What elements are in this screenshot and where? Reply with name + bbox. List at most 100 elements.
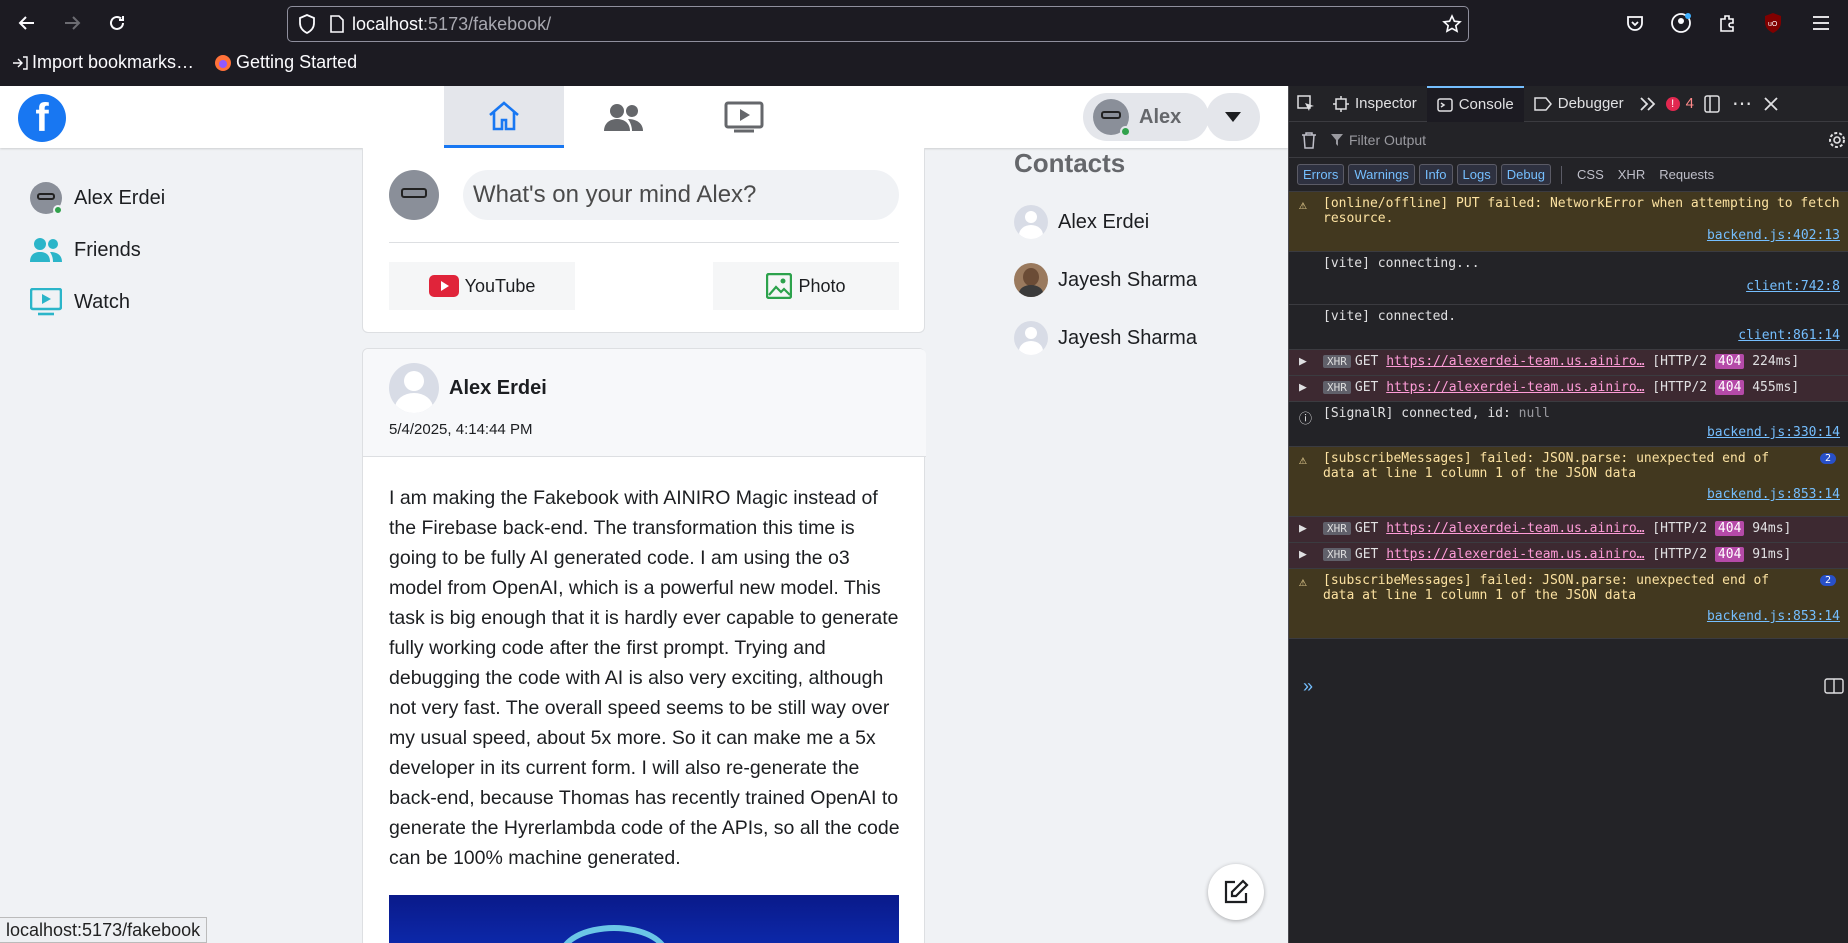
tab-home[interactable] — [444, 86, 564, 148]
avatar — [389, 170, 439, 220]
edit-icon — [1224, 879, 1249, 904]
shield-icon[interactable] — [298, 14, 316, 34]
tab-friends[interactable] — [564, 86, 684, 148]
error-count[interactable]: ! 4 — [1662, 86, 1698, 122]
level-info[interactable]: Info — [1418, 164, 1453, 185]
ublock-icon[interactable]: uO — [1758, 8, 1788, 38]
type-requests[interactable]: Requests — [1654, 165, 1719, 184]
divider — [389, 242, 899, 243]
tab-debugger[interactable]: Debugger — [1524, 86, 1634, 122]
bookmark-getting-started[interactable]: Getting Started — [214, 52, 357, 73]
avatar — [1014, 321, 1048, 355]
account-dropdown-button[interactable] — [1206, 93, 1260, 141]
console-entry[interactable]: ⚠ [online/offline] PUT failed: NetworkEr… — [1289, 192, 1848, 252]
filter-input[interactable]: Filter Output — [1331, 132, 1426, 148]
dock-icon[interactable] — [1698, 86, 1726, 122]
photo-button[interactable]: Photo — [713, 262, 899, 310]
sidebar-item-profile[interactable]: Alex Erdei — [30, 172, 165, 224]
new-message-button[interactable] — [1208, 864, 1264, 920]
tab-console[interactable]: Console — [1426, 85, 1524, 122]
filter-icon — [1331, 133, 1343, 146]
level-errors[interactable]: Errors — [1297, 164, 1345, 185]
reload-icon[interactable] — [102, 8, 132, 38]
source-link[interactable]: backend.js:853:14 — [1323, 609, 1840, 624]
left-sidebar: Alex Erdei Friends Watch — [30, 172, 165, 328]
fakebook-page: f Alex Alex Erdei Friends Watch What's o… — [0, 86, 1288, 943]
console-input[interactable]: » — [1303, 676, 1313, 697]
contact-item[interactable]: Jayesh Sharma — [1014, 251, 1274, 309]
tab-watch[interactable] — [684, 86, 804, 148]
console-icon — [1436, 97, 1453, 112]
contact-item[interactable]: Alex Erdei — [1014, 193, 1274, 251]
source-link[interactable]: backend.js:402:13 — [1323, 228, 1840, 243]
console-entry[interactable]: ▶ XHR GET https://alexerdei-team.us.ainir… — [1289, 350, 1848, 376]
bookmark-import[interactable]: Import bookmarks… — [12, 52, 194, 73]
star-icon[interactable] — [1442, 14, 1462, 34]
sidebar-item-watch[interactable]: Watch — [30, 276, 165, 328]
pocket-icon[interactable] — [1620, 8, 1650, 38]
console-entry[interactable]: [vite] connected. client:861:14 — [1289, 305, 1848, 350]
forward-icon[interactable] — [57, 8, 87, 38]
youtube-button[interactable]: YouTube — [389, 262, 575, 310]
menu-icon[interactable] — [1806, 8, 1836, 38]
source-link[interactable]: backend.js:853:14 — [1323, 487, 1840, 502]
source-link[interactable]: client:861:14 — [1323, 328, 1840, 343]
contact-name: Alex Erdei — [1058, 210, 1150, 233]
source-link[interactable]: client:742:8 — [1323, 279, 1840, 294]
info-icon: ⓘ — [1299, 412, 1313, 427]
youtube-label: YouTube — [464, 275, 536, 296]
home-icon — [489, 100, 519, 130]
pick-element-icon[interactable] — [1289, 86, 1323, 122]
account-icon[interactable] — [1666, 8, 1696, 38]
level-warnings[interactable]: Warnings — [1348, 164, 1415, 185]
contact-item[interactable]: Jayesh Sharma — [1014, 309, 1274, 367]
console-entry[interactable]: ▶ XHR GET https://alexerdei-team.us.ainir… — [1289, 517, 1848, 543]
watch-icon — [724, 101, 764, 133]
post-composer: What's on your mind Alex? YouTube Photo — [362, 148, 925, 333]
page-icon — [330, 15, 344, 33]
type-xhr[interactable]: XHR — [1613, 165, 1650, 184]
post-input[interactable]: What's on your mind Alex? — [463, 170, 899, 220]
source-link[interactable]: backend.js:330:14 — [1323, 425, 1840, 440]
console-entry[interactable]: ⓘ [SignalR] connected, id: null backend.… — [1289, 402, 1848, 447]
post-author[interactable]: Alex Erdei — [449, 377, 547, 400]
url-text[interactable]: localhost:5173/fakebook/ — [352, 14, 551, 35]
profile-menu[interactable]: Alex — [1083, 93, 1209, 141]
close-icon[interactable] — [1758, 86, 1784, 122]
more-tabs-icon[interactable] — [1634, 86, 1662, 122]
photo-label: Photo — [798, 275, 846, 296]
post-image[interactable] — [389, 895, 899, 943]
type-css[interactable]: CSS — [1572, 165, 1609, 184]
console-entry[interactable]: ▶ XHR GET https://alexerdei-team.us.ainir… — [1289, 543, 1848, 569]
post-header: Alex Erdei 5/4/2025, 4:14:44 PM — [363, 349, 926, 457]
url-bar[interactable]: localhost:5173/fakebook/ — [287, 6, 1469, 42]
devtools-panel: Inspector Console Debugger ! 4 ⋯ Filter O… — [1288, 85, 1848, 943]
level-logs[interactable]: Logs — [1456, 164, 1497, 185]
console-entry[interactable]: ⚠ [subscribeMessages] failed: JSON.parse… — [1289, 569, 1848, 639]
expand-arrow-icon[interactable]: ▶ — [1299, 380, 1307, 395]
back-icon[interactable] — [12, 8, 42, 38]
expand-arrow-icon[interactable]: ▶ — [1299, 521, 1307, 536]
extensions-icon[interactable] — [1712, 8, 1742, 38]
avatar[interactable] — [389, 363, 439, 413]
firefox-icon — [215, 54, 232, 71]
avatar — [1093, 99, 1131, 137]
import-icon — [13, 55, 28, 70]
console-entry[interactable]: ⚠ [subscribeMessages] failed: JSON.parse… — [1289, 447, 1848, 517]
tab-inspector[interactable]: Inspector — [1323, 86, 1427, 122]
fb-header: f Alex — [0, 86, 1288, 148]
expand-arrow-icon[interactable]: ▶ — [1299, 547, 1307, 562]
split-console-icon[interactable] — [1824, 678, 1844, 694]
facebook-logo-icon[interactable]: f — [18, 94, 66, 142]
sidebar-item-friends[interactable]: Friends — [30, 224, 165, 276]
repeat-count-badge: 2 — [1819, 575, 1836, 586]
trash-icon[interactable] — [1301, 131, 1317, 149]
contact-name: Jayesh Sharma — [1058, 268, 1197, 291]
level-debug[interactable]: Debug — [1500, 164, 1552, 185]
console-filter-bar: Filter Output — [1289, 122, 1848, 158]
console-entry[interactable]: [vite] connecting... client:742:8 — [1289, 252, 1848, 305]
more-options-icon[interactable]: ⋯ — [1726, 86, 1758, 122]
console-entry[interactable]: ▶ XHR GET https://alexerdei-team.us.ainir… — [1289, 376, 1848, 402]
expand-arrow-icon[interactable]: ▶ — [1299, 354, 1307, 369]
settings-icon[interactable] — [1828, 131, 1846, 149]
